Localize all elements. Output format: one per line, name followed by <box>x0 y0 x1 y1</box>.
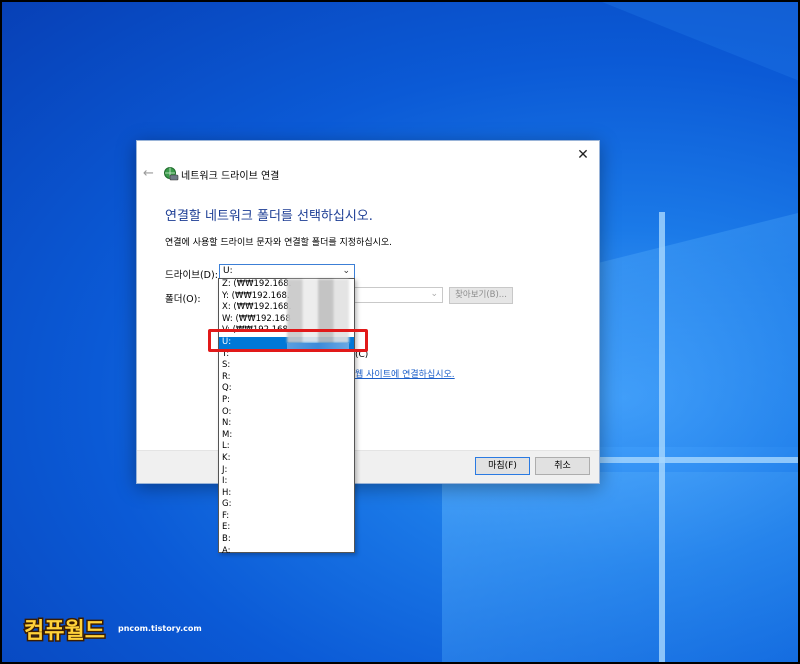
watermark-logo: 컴퓨월드 <box>23 618 107 646</box>
map-network-drive-dialog: ✕ ← 네트워크 드라이브 연결 연결할 네트워크 폴더를 선택하십시오. 연결… <box>136 140 600 484</box>
dropdown-item[interactable]: R: <box>219 372 354 384</box>
folder-input[interactable]: ⌄ <box>353 287 443 303</box>
network-drive-icon <box>164 167 179 181</box>
dropdown-item[interactable]: Q: <box>219 383 354 395</box>
finish-button[interactable]: 마침(F) <box>475 457 530 475</box>
dropdown-item[interactable]: F: <box>219 511 354 523</box>
highlight-annotation <box>208 329 368 352</box>
back-arrow-icon[interactable]: ← <box>143 167 159 181</box>
dropdown-item[interactable]: S: <box>219 360 354 372</box>
dropdown-item[interactable]: M: <box>219 430 354 442</box>
dropdown-item[interactable]: N: <box>219 418 354 430</box>
dropdown-item[interactable]: H: <box>219 488 354 500</box>
chevron-down-icon: ⌄ <box>342 266 350 276</box>
dropdown-item[interactable]: J: <box>219 465 354 477</box>
cancel-button[interactable]: 취소 <box>535 457 590 475</box>
svg-text:컴퓨월드: 컴퓨월드 <box>24 619 105 644</box>
close-button[interactable]: ✕ <box>573 145 593 165</box>
dropdown-item[interactable]: P: <box>219 395 354 407</box>
page-heading: 연결할 네트워크 폴더를 선택하십시오. <box>165 209 373 224</box>
dropdown-item[interactable]: O: <box>219 407 354 419</box>
dropdown-item[interactable]: G: <box>219 499 354 511</box>
drive-select-value: U: <box>223 266 233 276</box>
drive-dropdown-list[interactable]: Z: (₩₩192.168. Y: (₩₩192.168. X: (₩₩192.16… <box>218 278 355 556</box>
watermark-url: pncom.tistory.com <box>118 624 202 633</box>
drive-select[interactable]: U: ⌄ <box>219 264 355 279</box>
website-connect-link[interactable]: 웹 사이트에 연결하십시오. <box>355 367 455 380</box>
browse-button[interactable]: 찾아보기(B)... <box>449 287 513 304</box>
dropdown-item[interactable]: A: <box>219 546 354 558</box>
dropdown-item[interactable]: L: <box>219 441 354 453</box>
dialog-footer: 마침(F) 취소 <box>137 450 599 483</box>
dropdown-item[interactable]: E: <box>219 522 354 534</box>
dropdown-item[interactable]: B: <box>219 534 354 546</box>
chevron-down-icon: ⌄ <box>430 289 438 299</box>
instruction-text: 연결에 사용할 드라이브 문자와 연결할 폴더를 지정하십시오. <box>165 238 393 248</box>
drive-label: 드라이브(D): <box>165 270 218 281</box>
folder-label: 폴더(O): <box>165 294 201 305</box>
dialog-title: 네트워크 드라이브 연결 <box>181 171 280 182</box>
dropdown-item[interactable]: I: <box>219 476 354 488</box>
dropdown-item[interactable]: K: <box>219 453 354 465</box>
